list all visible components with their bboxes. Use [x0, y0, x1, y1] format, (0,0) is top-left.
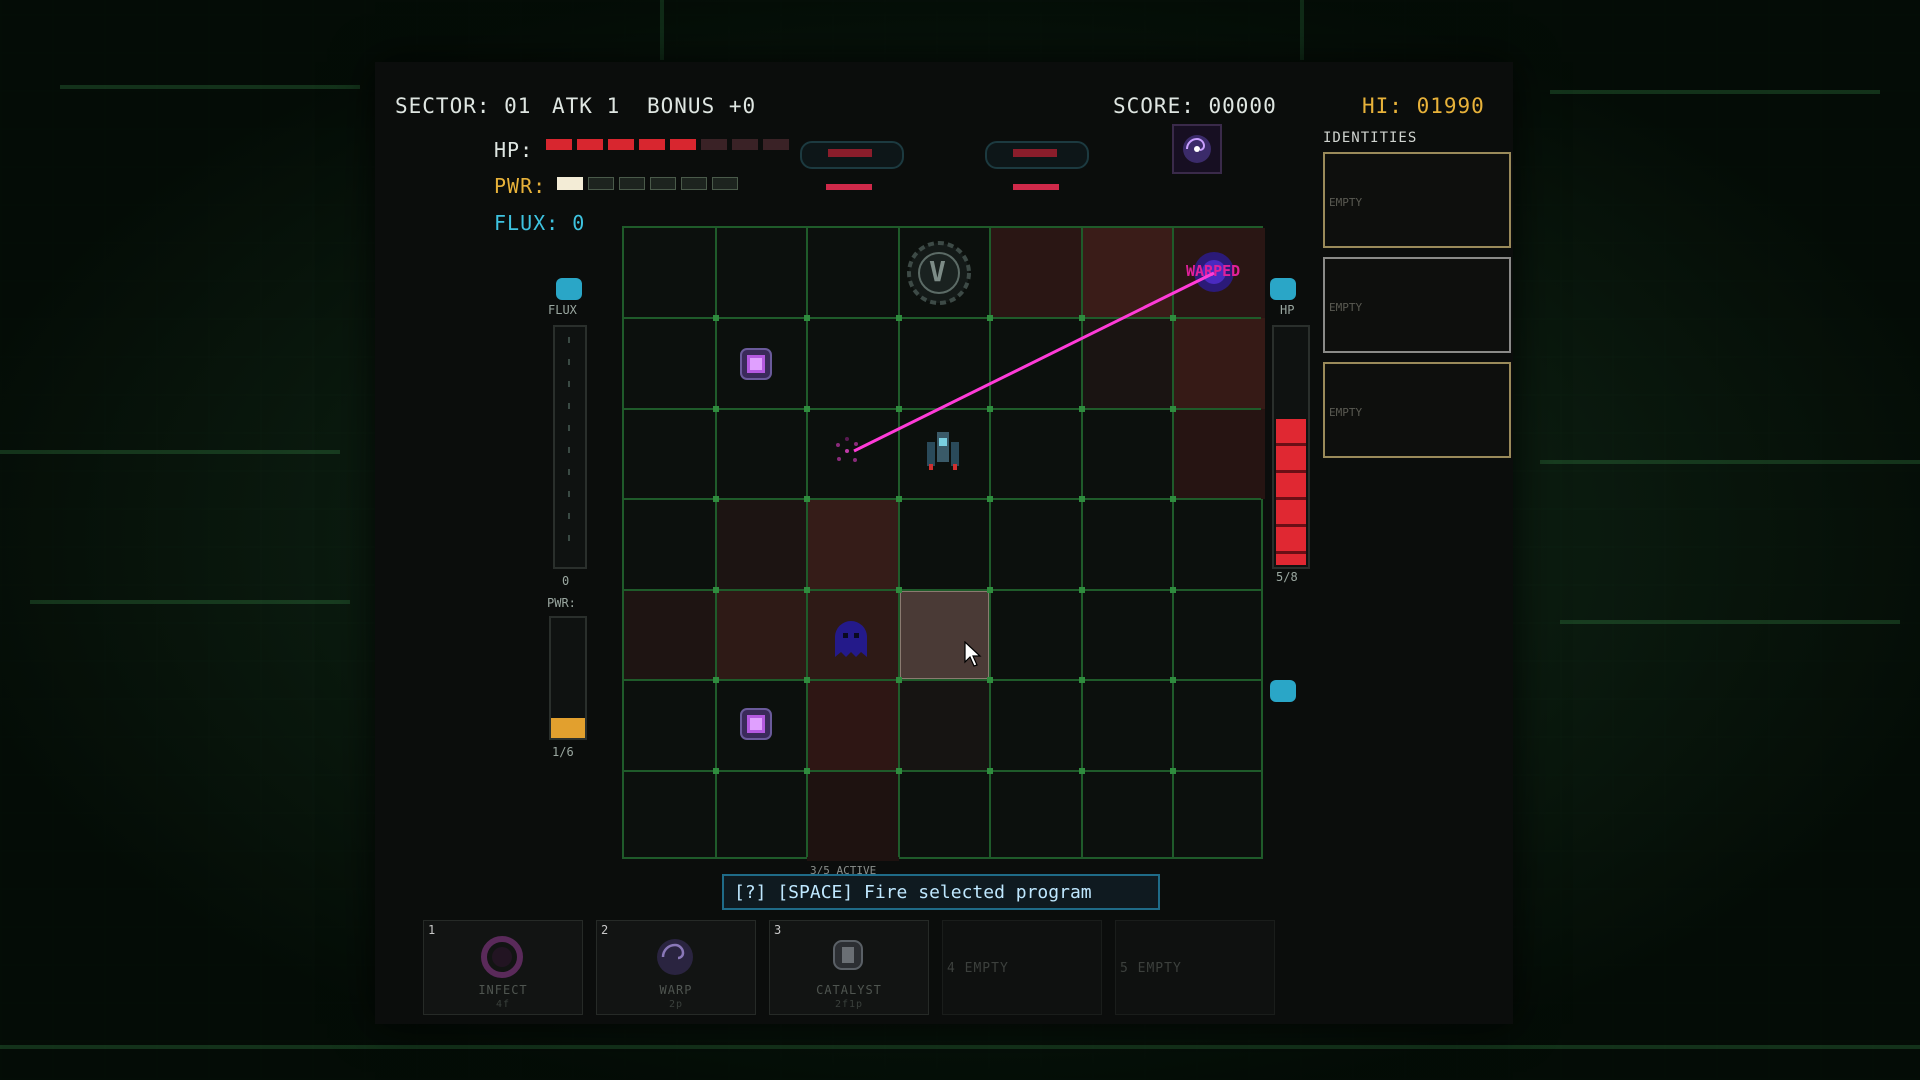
- sector-label: SECTOR: 01: [395, 94, 532, 118]
- warp-program-indicator: [1172, 124, 1222, 174]
- pwr-meter-value: 1/6: [552, 745, 574, 759]
- program-slot-5[interactable]: 5 EMPTY: [1115, 920, 1275, 1015]
- program-name: 4 EMPTY: [947, 961, 1009, 976]
- hint-text: [?] [SPACE] Fire selected program: [734, 882, 1092, 903]
- hint-bar: [?] [SPACE] Fire selected program: [722, 874, 1160, 910]
- program-slot-3[interactable]: 3 CATALYST 2f1p: [769, 920, 929, 1015]
- circuit-trace: [1540, 460, 1920, 464]
- program-cost: 4f: [495, 999, 511, 1010]
- flux-label: FLUX: 0: [494, 211, 586, 235]
- identity-slot-label: EMPTY: [1329, 406, 1363, 419]
- hp-segment: [670, 139, 696, 150]
- program-name: 5 EMPTY: [1120, 961, 1182, 976]
- pwr-segment: [650, 177, 676, 190]
- identity-slot-label: EMPTY: [1329, 301, 1363, 314]
- pwr-segment: [619, 177, 645, 190]
- hp-segment: [639, 139, 665, 150]
- machinery-light: [828, 149, 872, 157]
- program-name: CATALYST: [816, 983, 882, 997]
- identity-slot[interactable]: EMPTY: [1323, 257, 1511, 353]
- pwr-label: PWR:: [494, 174, 547, 198]
- hp-meter: [1272, 325, 1310, 569]
- circuit-trace: [60, 85, 360, 89]
- program-cost: 2f1p: [834, 999, 864, 1010]
- slot-number: 1: [428, 923, 436, 937]
- warp-icon: [657, 939, 693, 975]
- pwr-segment: [588, 177, 614, 190]
- catalyst-icon: [833, 940, 863, 970]
- pwr-meter-fill: [551, 718, 585, 738]
- pwr-meter: [549, 616, 587, 740]
- slot-number: 3: [774, 923, 782, 937]
- program-slot-2[interactable]: 2 WARP 2p: [596, 920, 756, 1015]
- pwr-segment: [712, 177, 738, 190]
- flux-meter-title: FLUX: [548, 303, 577, 317]
- hp-label: HP:: [494, 138, 534, 162]
- pwr-segment: [557, 177, 583, 190]
- circuit-trace: [0, 450, 340, 454]
- circuit-trace: [1560, 620, 1900, 624]
- shield-node-icon: [1270, 680, 1296, 702]
- machinery-light: [1013, 184, 1059, 190]
- game-board[interactable]: V WARPED: [622, 226, 1265, 861]
- hp-segment: [546, 139, 572, 150]
- hp-meter-fill: [1276, 419, 1306, 565]
- hp-meter-value: 5/8: [1276, 570, 1298, 584]
- identity-slot[interactable]: EMPTY: [1323, 362, 1511, 458]
- flux-meter-icon: [556, 278, 582, 300]
- score-label: SCORE: 00000: [1113, 94, 1277, 118]
- program-cost: 2p: [668, 999, 684, 1010]
- program-slot-1[interactable]: 1 INFECT 4f: [423, 920, 583, 1015]
- identity-slot[interactable]: EMPTY: [1323, 152, 1511, 248]
- circuit-trace: [0, 1045, 1920, 1049]
- identity-slot-label: EMPTY: [1329, 196, 1363, 209]
- hp-segment: [608, 139, 634, 150]
- circuit-trace: [30, 600, 350, 604]
- circuit-trace: [660, 0, 664, 60]
- machinery-light: [1013, 149, 1057, 157]
- flux-meter: [553, 325, 587, 569]
- hp-segment: [763, 139, 789, 150]
- slot-number: 2: [601, 923, 609, 937]
- attack-label: ATK 1: [552, 94, 621, 118]
- identities-title: IDENTITIES: [1323, 130, 1418, 146]
- mouse-cursor-icon: [964, 641, 982, 667]
- program-slot-4[interactable]: 4 EMPTY: [942, 920, 1102, 1015]
- program-name: WARP: [659, 983, 693, 997]
- circuit-trace: [1300, 0, 1304, 60]
- laser-beam: [853, 271, 1215, 453]
- hp-segment: [577, 139, 603, 150]
- program-name: INFECT: [478, 983, 528, 997]
- hp-meter-icon: [1270, 278, 1296, 300]
- flux-meter-value: 0: [562, 574, 570, 588]
- circuit-trace: [1550, 90, 1880, 94]
- pwr-meter-title: PWR:: [547, 596, 576, 610]
- hp-segment: [732, 139, 758, 150]
- bonus-label: BONUS +0: [647, 94, 757, 118]
- hiscore-label: HI: 01990: [1362, 94, 1485, 118]
- hp-segment: [701, 139, 727, 150]
- infect-icon: [481, 936, 523, 978]
- warp-icon: [1183, 135, 1211, 163]
- machinery-light: [826, 184, 872, 190]
- pwr-segment: [681, 177, 707, 190]
- hp-meter-title: HP: [1280, 303, 1295, 317]
